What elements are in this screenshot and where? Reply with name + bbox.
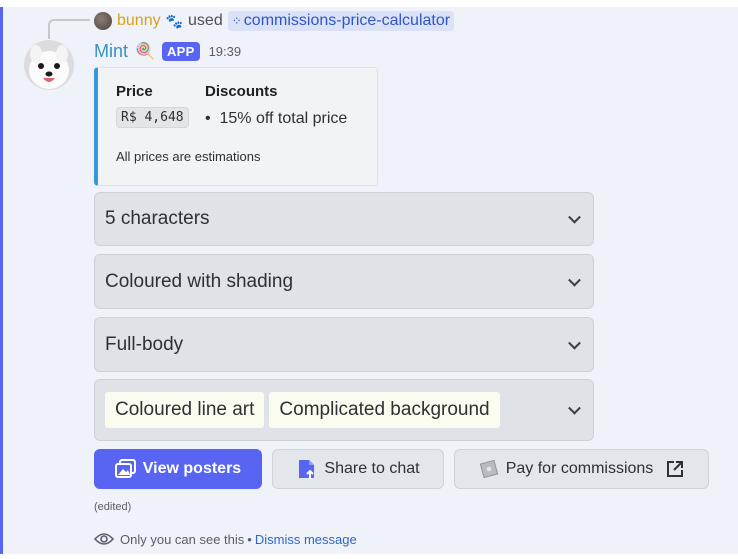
reply-username[interactable]: bunny [117,12,161,30]
dog-avatar-icon [24,40,74,90]
ephemeral-notice: Only you can see this • Dismiss message [94,529,357,549]
external-link-icon [667,461,684,477]
reply-connector [48,19,90,39]
app-badge: APP [161,41,200,61]
extras-multi-select[interactable]: Coloured line art Complicated background [94,379,594,441]
command-reply: bunny 🐾 used ⁘ commissions-price-calcula… [94,10,455,32]
app-command-icon: ⁘ [231,14,242,28]
share-to-chat-button[interactable]: Share to chat [272,449,444,489]
price-field-title: Price [116,83,153,100]
chevron-down-icon [568,273,581,287]
button-label: Pay for commissions [505,460,654,477]
dismiss-message-link[interactable]: Dismiss message [255,532,357,547]
edited-label: (edited) [94,501,132,513]
selected-chip[interactable]: Complicated background [269,392,500,428]
pay-for-commissions-button[interactable]: Pay for commissions [454,449,709,489]
body-type-select[interactable]: Full-body [94,317,594,372]
timestamp[interactable]: 19:39 [209,44,242,59]
selected-chip[interactable]: Coloured line art [105,392,265,428]
share-file-icon [299,460,315,479]
images-icon [114,459,136,478]
command-mention[interactable]: ⁘ commissions-price-calculator [227,11,455,31]
ephemeral-text: Only you can see this [120,531,245,547]
lollipop-emoji: 🍭 [135,43,155,60]
discounts-field-title: Discounts [205,83,278,100]
chevron-down-icon [568,210,581,224]
embed-footer: All prices are estimations [116,149,261,164]
chevron-down-icon [568,336,581,350]
message-header: Mint 🍭 APP 19:39 [94,39,241,63]
discount-item: • 15% off total price [205,110,348,127]
colouring-select[interactable]: Coloured with shading [94,254,594,309]
button-label: Share to chat [324,460,420,477]
author-name[interactable]: Mint [94,41,128,62]
command-name: commissions-price-calculator [243,12,451,29]
select-value: 5 characters [105,208,210,229]
price-value: R$ 4,648 [116,107,189,128]
eye-icon [94,533,114,545]
view-posters-button[interactable]: View posters [94,449,262,489]
roblox-icon [479,459,498,479]
paw-emoji: 🐾 [165,12,184,29]
character-count-select[interactable]: 5 characters [94,192,594,246]
chevron-down-icon [568,401,581,415]
button-label: View posters [142,460,242,477]
price-embed: Price R$ 4,648 Discounts • 15% off total… [94,67,378,186]
author-avatar[interactable] [24,40,74,90]
select-value: Full-body [105,333,184,355]
separator: • [247,531,252,547]
reply-avatar[interactable] [94,12,112,30]
used-label: used [188,12,223,29]
select-value: Coloured with shading [105,270,294,292]
